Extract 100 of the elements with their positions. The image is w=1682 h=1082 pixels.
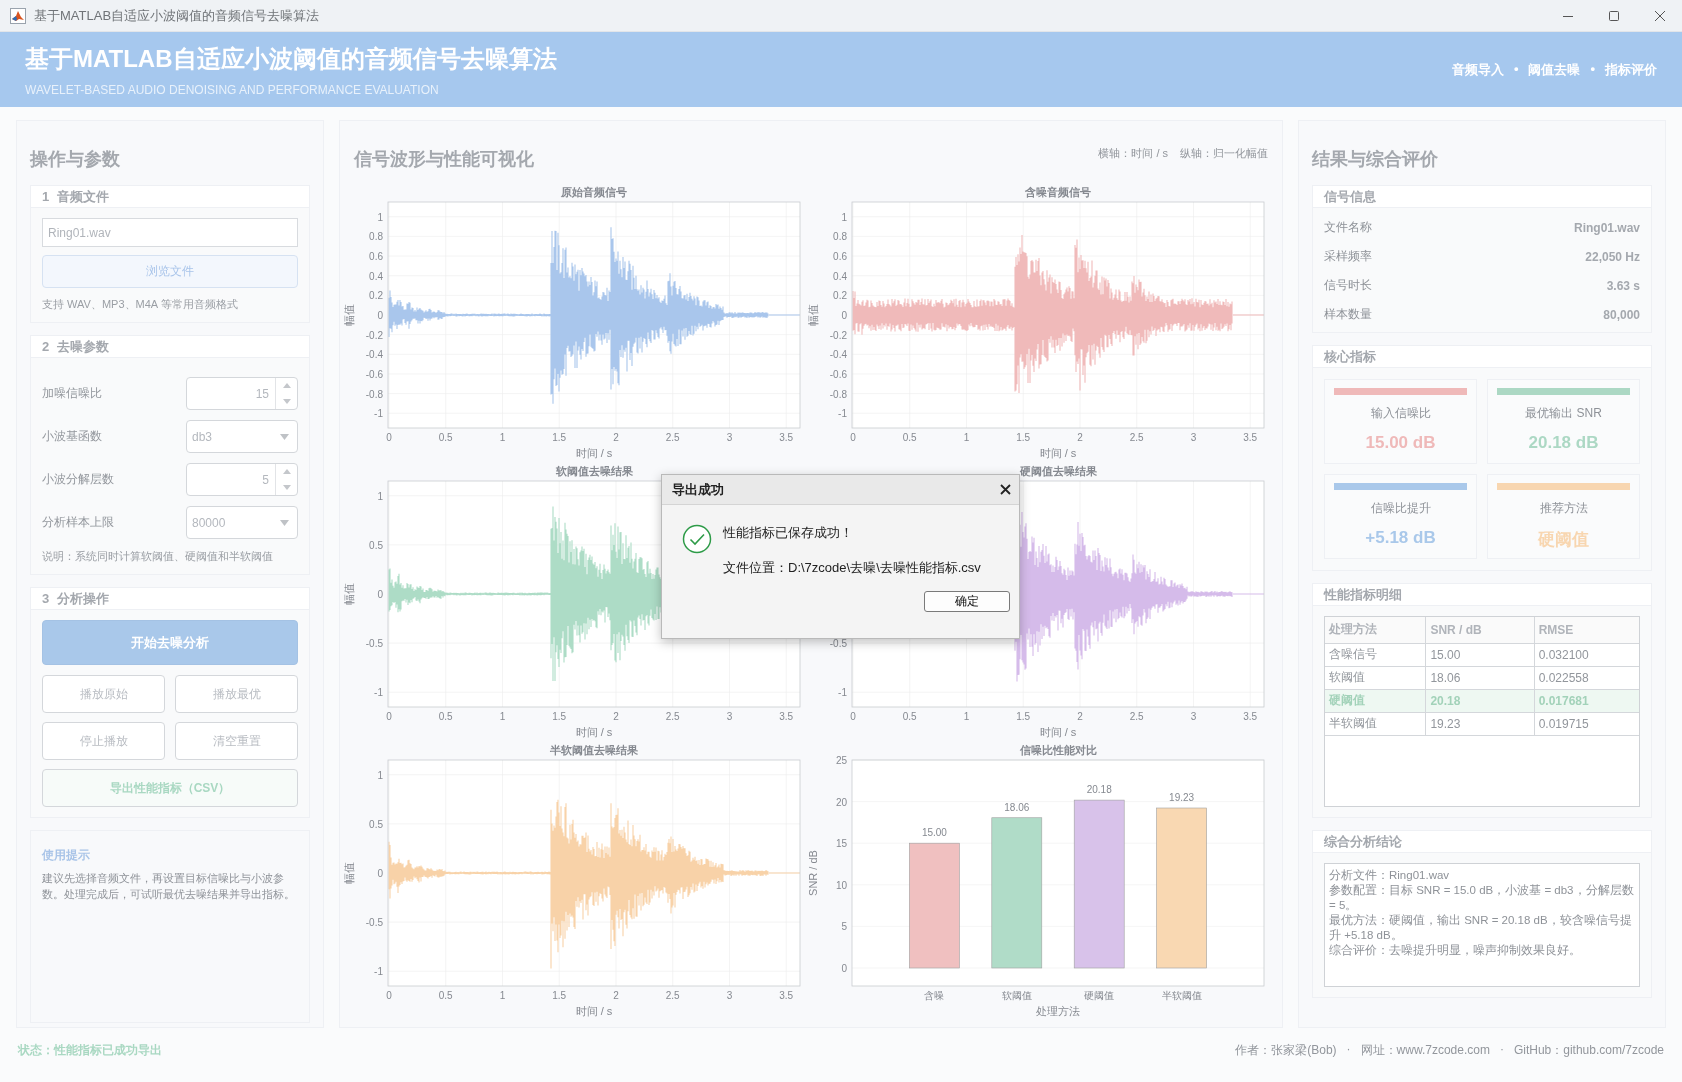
metric-label: 输入信噪比 <box>1370 405 1431 422</box>
section-number: 3 <box>42 591 50 606</box>
tick-label: 3 <box>726 432 733 443</box>
category-label: 硬阈值 <box>1084 990 1115 1001</box>
section-number: 2 <box>42 339 50 354</box>
tick-label: 1 <box>377 211 383 223</box>
panel-title: 信号波形与性能可视化 <box>352 148 534 171</box>
tick-label: 1 <box>963 711 970 722</box>
tick-label: 2 <box>613 432 619 443</box>
axis-note: 纵轴：归一化幅值 <box>1180 145 1268 161</box>
tick-label: 3.5 <box>779 432 794 443</box>
file-name-field[interactable]: Ring01.wav <box>42 218 298 247</box>
column-header: RMSE <box>1534 617 1639 643</box>
tick-label: 1 <box>499 432 506 443</box>
tick-label: 0 <box>386 990 392 1001</box>
axis-label: 幅值 <box>807 304 819 326</box>
table-cell: 半软阈值 <box>1325 712 1426 735</box>
tick-label: -1 <box>374 408 383 420</box>
info-value: 3.63 s <box>1606 278 1640 293</box>
section-title: 分析操作 <box>57 589 110 608</box>
axis-label: 时间 / s <box>1039 726 1077 738</box>
table-row[interactable]: 半软阈值 19.23 0.019715 <box>1325 712 1639 735</box>
info-label: 样本数量 <box>1324 306 1372 323</box>
tick-label: 1.5 <box>1016 711 1031 722</box>
tick-label: -1 <box>838 408 847 420</box>
tick-label: 1.5 <box>552 711 567 722</box>
format-hint: 支持 WAV、MP3、M4A 等常用音频格式 <box>42 297 239 312</box>
tick-label: 3 <box>726 711 733 722</box>
table-row[interactable]: 含噪信号 15.00 0.032100 <box>1325 643 1639 666</box>
tick-label: 1 <box>841 211 847 223</box>
field-label: 加噪信噪比 <box>42 385 102 402</box>
credit-text: 网址：www.7zcode.com <box>1360 1042 1490 1059</box>
section-number: 1 <box>42 189 50 204</box>
maximize-icon[interactable] <box>1608 9 1620 22</box>
action-button[interactable]: 播放原始 <box>42 675 165 713</box>
tick-label: 0.2 <box>369 290 383 302</box>
tick-label: -0.4 <box>829 349 847 361</box>
dropdown[interactable]: db3 <box>186 420 298 453</box>
tick-label: -0.8 <box>365 388 383 400</box>
action-button[interactable]: 停止播放 <box>42 722 165 760</box>
table-row[interactable]: 硬阈值 20.18 0.017681 <box>1325 689 1639 712</box>
tick-label: 0.5 <box>902 432 917 443</box>
tick-label: 0 <box>377 310 383 321</box>
category-label: 半软阈值 <box>1161 990 1202 1001</box>
tick-label: -1 <box>838 687 847 699</box>
panel-title: 结果与综合评价 <box>1312 148 1439 171</box>
tick-label: 2 <box>613 711 619 722</box>
metric-value: 硬阈值 <box>1538 529 1589 551</box>
action-button[interactable]: 播放最优 <box>175 675 298 713</box>
tick-label: -0.6 <box>829 368 847 380</box>
table-row[interactable]: 软阈值 18.06 0.022558 <box>1325 666 1639 689</box>
tick-label: 1.5 <box>552 990 567 1001</box>
section-title: 信号信息 <box>1324 187 1376 206</box>
info-label: 信号时长 <box>1324 277 1372 294</box>
axis-label: 幅值 <box>343 583 355 605</box>
metric-label: 推荐方法 <box>1539 500 1588 517</box>
close-icon[interactable] <box>1654 9 1666 22</box>
tick-label: -0.5 <box>365 638 383 650</box>
info-label: 文件名称 <box>1324 219 1372 236</box>
tick-label: 0.5 <box>438 990 453 1001</box>
start-button[interactable]: 开始去噪分析 <box>42 620 298 665</box>
close-icon[interactable] <box>1000 484 1011 495</box>
tick-label: 0.5 <box>438 432 453 443</box>
tick-label: -0.4 <box>365 349 383 361</box>
metric-label: 信噪比提升 <box>1370 500 1431 517</box>
step-label: 阈值去噪 <box>1528 60 1581 79</box>
browse-button[interactable]: 浏览文件 <box>42 255 298 288</box>
tick-label: 1 <box>377 769 383 781</box>
conclusion-text-area[interactable]: 分析文件：Ring01.wav 参数配置：目标 SNR = 15.0 dB，小波基 = db3，分解层数 = 5。 最优方法：硬阈值，输出 SNR = 20.18 dB，较含噪信号提升 +5.18 dB。 综合评价：去噪提升明显，噪声抑制效果良好。 <box>1324 863 1640 987</box>
axis-label: 时间 / s <box>575 726 613 738</box>
tick-label: 1 <box>963 432 970 443</box>
panel-title: 操作与参数 <box>30 148 121 171</box>
tick-label: 10 <box>835 879 847 891</box>
chart-title: 原始音频信号 <box>561 186 627 198</box>
table-cell: 软阈值 <box>1325 666 1426 689</box>
app-title: 基于MATLAB自适应小波阈值的音频信号去噪算法 <box>25 43 557 74</box>
tick-label: 1.5 <box>1016 432 1031 443</box>
axis-label: 时间 / s <box>1039 447 1077 459</box>
ok-button[interactable]: 确定 <box>924 591 1010 612</box>
metric-value: 15.00 dB <box>1365 433 1436 453</box>
metric-label: 最优输出 SNR <box>1525 405 1602 422</box>
category-label: 含噪 <box>924 990 945 1001</box>
tick-label: 1.5 <box>552 432 567 443</box>
tick-label: 2 <box>1077 711 1083 722</box>
export-button[interactable]: 导出性能指标（CSV） <box>42 769 298 807</box>
caret-icon <box>280 519 289 526</box>
section-title: 性能指标明细 <box>1324 585 1402 604</box>
tick-label: 0 <box>850 711 856 722</box>
tips-title: 使用提示 <box>42 847 91 864</box>
tick-label: 0 <box>377 868 383 879</box>
action-button[interactable]: 清空重置 <box>175 722 298 760</box>
tick-label: -0.2 <box>365 329 383 341</box>
value-label: 18.06 <box>1004 801 1030 813</box>
dropdown[interactable]: 80000 <box>186 506 298 539</box>
axis-label: 时间 / s <box>575 1005 613 1017</box>
tick-label: 0.4 <box>369 270 383 282</box>
status-text: 状态：性能指标已成功导出 <box>18 1042 162 1059</box>
section-title: 综合分析结论 <box>1324 832 1402 851</box>
tick-label: -0.8 <box>829 388 847 400</box>
tick-label: 3.5 <box>1243 711 1258 722</box>
